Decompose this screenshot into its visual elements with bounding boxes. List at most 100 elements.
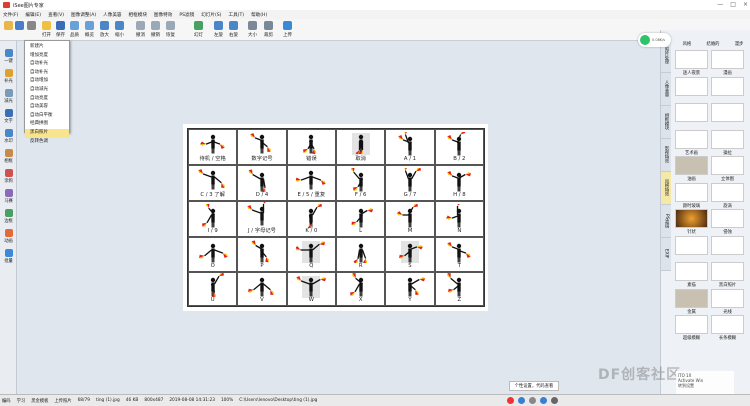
effect-thumbnail[interactable] — [711, 103, 744, 123]
toolbar-button[interactable]: 打开 — [40, 21, 53, 38]
menu-item[interactable]: 文件(F) — [3, 12, 18, 18]
left-tool-button[interactable]: 补光 — [2, 69, 15, 84]
minimize-button[interactable]: — — [717, 1, 723, 8]
menu-item[interactable]: 幻灯片(S) — [201, 12, 221, 18]
effect-thumbnail[interactable] — [711, 235, 744, 256]
left-tool-button[interactable]: 马赛 — [2, 189, 15, 204]
semaphore-figure-icon — [296, 170, 327, 190]
toolbar-button[interactable]: 大小 — [246, 21, 259, 38]
tray-input-icon[interactable] — [518, 396, 525, 404]
dropdown-item[interactable]: 经典拼图 — [25, 120, 69, 129]
dropdown-item[interactable]: 反转色调 — [25, 138, 69, 147]
toolbar-button[interactable]: 保存 — [54, 21, 67, 38]
left-tool-icon — [4, 69, 13, 77]
effect-thumbnail[interactable]: 光线 — [711, 288, 744, 315]
dropdown-item[interactable]: 自动美容 — [25, 103, 69, 112]
left-tool-button[interactable]: 文字 — [2, 109, 15, 124]
menu-item[interactable]: 图像调整(A) — [71, 12, 96, 18]
dropdown-item[interactable]: 黑白照片 — [25, 128, 69, 138]
effect-thumbnail[interactable]: 迷人夜景 — [675, 50, 708, 76]
left-tool-button[interactable]: 减光 — [2, 89, 15, 104]
effects-tab[interactable]: PS滤镜 — [661, 205, 671, 238]
toolbar-button[interactable]: 右旋 — [227, 21, 240, 38]
toolbar-button[interactable]: 撤消 — [134, 21, 147, 38]
effect-label: 超级模糊 — [682, 336, 701, 341]
maximize-button[interactable]: □ — [730, 1, 736, 8]
toolbar-button[interactable]: 左旋 — [212, 21, 225, 38]
effect-thumbnail[interactable]: 颜时玻璃 — [675, 182, 708, 209]
popup-line: 转到设置 — [678, 383, 694, 388]
semaphore-figure-icon — [446, 204, 462, 228]
dropdown-item[interactable]: 自动白平衡 — [25, 112, 69, 121]
toolbar-button[interactable]: 恢复 — [164, 21, 177, 38]
menu-item[interactable]: 编辑(E) — [25, 12, 41, 18]
toolbar-button[interactable]: 撤销 — [149, 21, 162, 38]
effect-thumbnail[interactable]: 旋涡 — [711, 182, 744, 209]
effect-thumbnail[interactable]: 黑白照片 — [711, 262, 744, 288]
dropdown-item[interactable]: 自动减光 — [25, 86, 69, 95]
toolbar-button[interactable]: 品质 — [68, 21, 81, 38]
effect-thumbnail[interactable]: 针状 — [675, 209, 708, 235]
effect-thumbnail[interactable]: 操拉 — [711, 129, 744, 156]
tray-settings-icon[interactable] — [551, 396, 558, 404]
image-canvas[interactable]: 待机 / 空格 数字记号 错误 取消 A / 1 B / 2 C / 3 了解 D / 4 E … — [183, 124, 488, 311]
left-tool-button[interactable]: 涂鸦 — [2, 169, 15, 184]
menu-item[interactable]: 帮助(H) — [251, 12, 267, 18]
effect-thumbnail[interactable] — [675, 103, 708, 123]
toolbar-button[interactable]: 裁剪 — [262, 21, 275, 38]
tray-mic-icon[interactable] — [529, 396, 536, 404]
effect-thumbnail[interactable]: 侵蚀 — [711, 209, 744, 235]
effect-thumbnail[interactable]: 长条模糊 — [711, 315, 744, 341]
left-tool-button[interactable]: 动画 — [2, 229, 15, 244]
toolbar-button[interactable]: 放大 — [98, 21, 111, 38]
semaphore-figure-icon — [404, 168, 421, 192]
menu-item[interactable]: 人像美容 — [103, 12, 121, 18]
effects-tab[interactable]: 相框模块 — [661, 106, 671, 139]
menu-item[interactable]: 图像特效 — [154, 12, 172, 18]
menu-item[interactable]: 工具(T) — [228, 12, 244, 18]
left-tool-button[interactable]: 批量 — [2, 249, 15, 264]
effect-thumbnail[interactable]: 立体图 — [711, 156, 744, 182]
effects-tab[interactable]: 人像美容 — [661, 73, 671, 106]
effects-header-tab[interactable]: 风格 — [683, 41, 692, 47]
effect-thumbnail[interactable]: 超级模糊 — [675, 315, 708, 341]
dropdown-item[interactable]: 自动增加 — [25, 77, 69, 86]
left-tool-button[interactable]: 水印 — [2, 129, 15, 144]
dropdown-item[interactable]: 自动补光 — [25, 69, 69, 78]
effect-thumbnail[interactable]: 金属 — [675, 288, 708, 315]
effects-tab[interactable]: 风格特效 — [661, 172, 671, 205]
menu-item[interactable]: 查看(V) — [48, 12, 64, 18]
toolbar-button[interactable]: 缩小 — [113, 21, 126, 38]
effect-thumbnail[interactable] — [711, 76, 744, 97]
effect-thumbnail[interactable] — [675, 235, 708, 256]
effect-thumbnail[interactable]: 素描 — [675, 262, 708, 288]
semaphore-figure-icon — [447, 241, 472, 262]
toolbar-button[interactable]: 上传 — [281, 21, 294, 38]
left-tool-button[interactable]: 相框 — [2, 149, 15, 164]
left-tool-button[interactable]: 一键 — [2, 49, 15, 64]
effects-tab[interactable]: 影视特效 — [661, 139, 671, 172]
effect-thumbnail[interactable]: 漫画 — [711, 50, 744, 76]
network-speed-widget[interactable]: 0.08K/s — [638, 33, 671, 47]
toolbar-label: 保存 — [56, 33, 65, 38]
effect-thumbnail[interactable]: 油画 — [675, 156, 708, 182]
effect-thumbnail[interactable] — [675, 76, 708, 97]
menu-item[interactable]: 相框模块 — [129, 12, 147, 18]
semaphore-cell: 待机 / 空格 — [188, 129, 238, 165]
tray-app-icon[interactable] — [507, 396, 514, 404]
tray-keyboard-icon[interactable] — [540, 396, 547, 404]
dropdown-item[interactable]: 自动补光 — [25, 60, 69, 69]
effects-header-tab[interactable]: 结婚的 — [707, 41, 720, 47]
effects-header-tab[interactable]: 漫步 — [735, 41, 744, 47]
toolbar-button[interactable] — [25, 21, 38, 32]
toolbar-button[interactable]: 概览 — [83, 21, 96, 38]
left-tool-button[interactable]: 边框 — [2, 209, 15, 224]
menu-item[interactable]: PS滤镜 — [179, 12, 194, 18]
close-button[interactable]: × — [743, 1, 748, 8]
dropdown-item[interactable]: 自动亮度 — [25, 95, 69, 104]
dropdown-item[interactable]: 新建片 — [25, 43, 69, 52]
dropdown-item[interactable]: 增加亮度 — [25, 52, 69, 61]
toolbar-button[interactable]: 幻灯 — [192, 21, 205, 38]
effect-thumbnail[interactable]: 艺术画 — [675, 129, 708, 156]
effects-tab[interactable]: EXIF — [661, 238, 671, 271]
